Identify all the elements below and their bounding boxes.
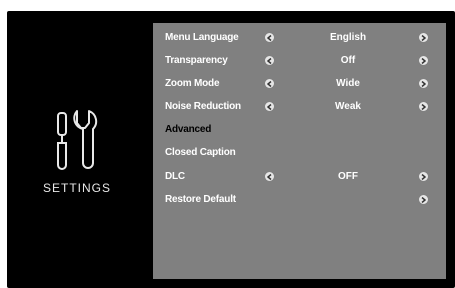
arrow-left-icon[interactable] [265, 33, 274, 42]
menu-item-label: Menu Language [165, 32, 239, 43]
menu-item-value: Off [340, 55, 356, 66]
menu-item-label: Transparency [165, 55, 228, 66]
settings-sidebar: SETTINGS [7, 11, 152, 288]
tools-icon [55, 109, 99, 176]
menu-item-zoom-mode[interactable]: Zoom Mode Wide [153, 75, 446, 95]
arrow-right-icon[interactable] [419, 102, 428, 111]
arrow-right-icon[interactable] [419, 172, 428, 181]
menu-item-label: DLC [165, 171, 185, 182]
menu-item-value: Wide [336, 78, 360, 89]
menu-item-label: Zoom Mode [165, 78, 220, 89]
menu-item-value: English [329, 32, 367, 43]
menu-item-dlc[interactable]: DLC OFF [153, 168, 446, 188]
arrow-left-icon[interactable] [265, 102, 274, 111]
arrow-right-icon[interactable] [419, 195, 428, 204]
arrow-right-icon[interactable] [419, 56, 428, 65]
arrow-left-icon[interactable] [265, 56, 274, 65]
menu-item-noise-reduction[interactable]: Noise Reduction Weak [153, 98, 446, 118]
menu-item-label: Noise Reduction [165, 101, 241, 112]
settings-menu: Menu Language English Transparency Off Z… [153, 23, 446, 279]
menu-item-advanced[interactable]: Advanced [153, 121, 446, 141]
menu-item-label: Advanced [165, 124, 212, 135]
menu-item-menu-language[interactable]: Menu Language English [153, 29, 446, 49]
arrow-right-icon[interactable] [419, 33, 428, 42]
settings-screen: SETTINGS Menu Language English Transpare… [7, 11, 455, 288]
menu-item-value: Weak [335, 101, 361, 112]
menu-item-value: OFF [338, 171, 358, 182]
menu-item-restore-default[interactable]: Restore Default [153, 191, 446, 211]
arrow-left-icon[interactable] [265, 79, 274, 88]
menu-item-label: Restore Default [165, 194, 236, 205]
menu-item-transparency[interactable]: Transparency Off [153, 52, 446, 72]
arrow-left-icon[interactable] [265, 172, 274, 181]
arrow-right-icon[interactable] [419, 79, 428, 88]
menu-item-closed-caption[interactable]: Closed Caption [153, 144, 446, 164]
menu-item-label: Closed Caption [165, 147, 236, 158]
settings-title: SETTINGS [42, 181, 111, 195]
